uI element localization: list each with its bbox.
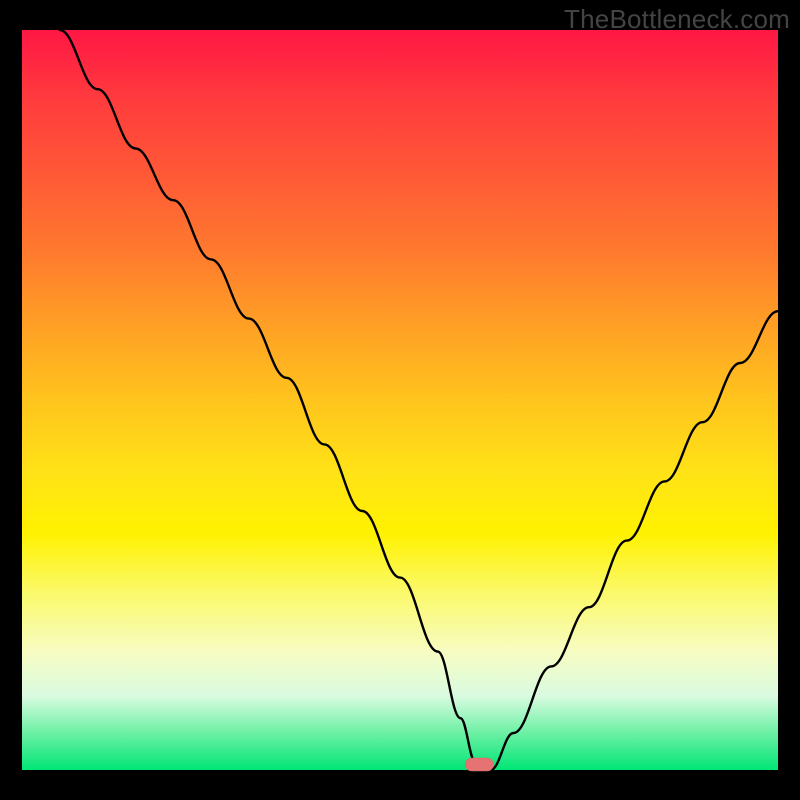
optimal-marker [465,758,493,771]
chart-svg [22,30,778,770]
plot-area [22,30,778,770]
bottleneck-curve [60,30,778,770]
watermark-text: TheBottleneck.com [564,4,790,35]
chart-frame: TheBottleneck.com [0,0,800,800]
